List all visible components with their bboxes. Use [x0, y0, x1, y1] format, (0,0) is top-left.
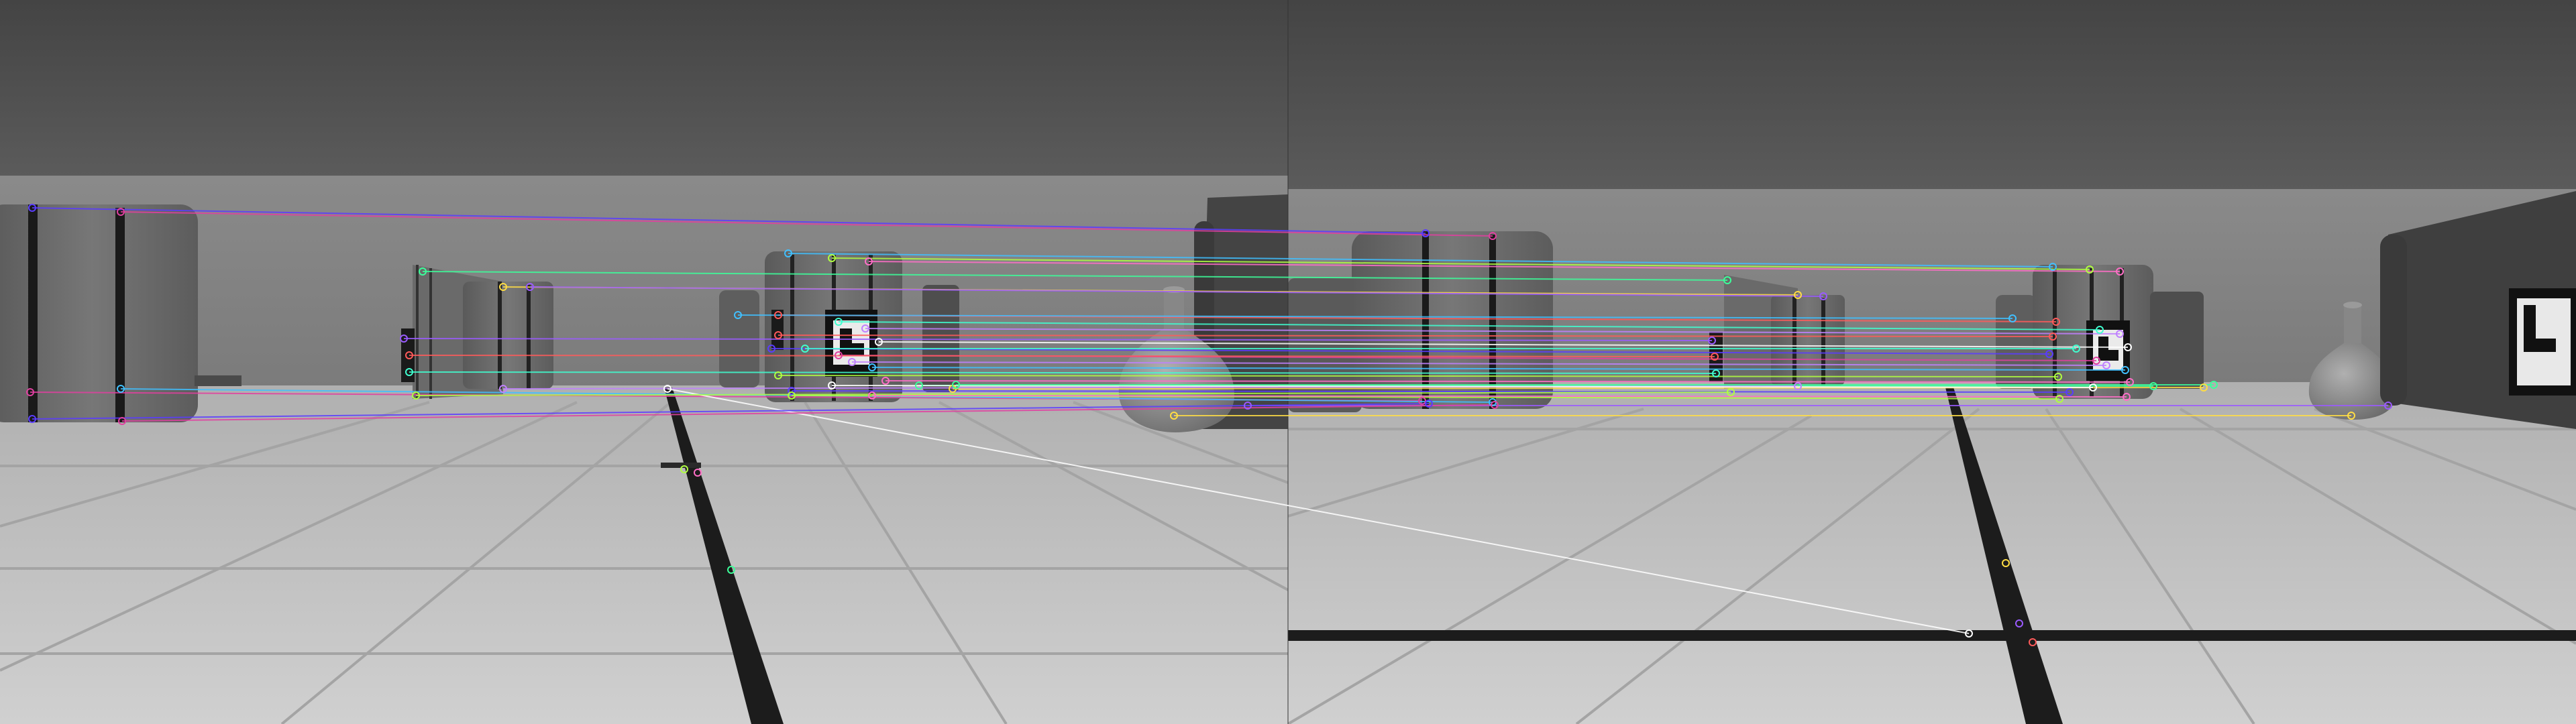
right-box-large	[1352, 231, 1553, 409]
stereo-match-image	[0, 0, 2576, 724]
left-box-mid	[401, 265, 553, 399]
left-sky	[0, 0, 1288, 176]
right-view-panel	[1288, 0, 2576, 724]
left-floor	[0, 385, 1288, 724]
right-floor	[1288, 382, 2576, 724]
scene-canvas	[0, 0, 2576, 724]
right-floor-tape-horizontal	[1288, 630, 2576, 641]
right-box-edge	[1288, 278, 1362, 412]
right-sky	[1288, 0, 2576, 189]
